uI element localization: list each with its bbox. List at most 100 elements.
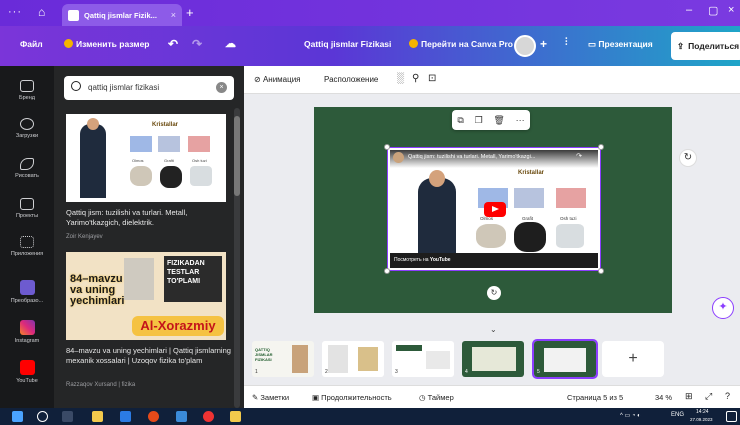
page-thumbnail-3[interactable]: 3 bbox=[392, 341, 454, 377]
add-collaborator-button[interactable]: + bbox=[540, 37, 547, 51]
add-page-button[interactable]: + bbox=[602, 341, 664, 377]
crystal-lattice-3 bbox=[188, 136, 210, 152]
play-icon[interactable] bbox=[484, 202, 506, 217]
youtube-watch-bar[interactable]: Посмотреть на YouTube bbox=[390, 253, 598, 268]
page-4-content bbox=[472, 347, 516, 371]
tab-close-icon[interactable]: × bbox=[171, 10, 176, 20]
app-icon[interactable] bbox=[230, 411, 241, 422]
grid-view-icon[interactable]: ⊞ bbox=[685, 391, 693, 402]
redo-icon[interactable]: ↷ bbox=[192, 37, 202, 51]
pages-strip: ⌄ QATTIQ JISMLAR FIZIKASI 1 2 3 4 5 + bbox=[244, 325, 740, 385]
sidebar-item-brand[interactable]: Бренд bbox=[0, 80, 54, 101]
help-icon[interactable]: ? bbox=[725, 391, 730, 401]
yandex-browser-icon[interactable] bbox=[203, 411, 214, 422]
search-input[interactable]: qattiq jismlar fizikasi × bbox=[64, 76, 234, 100]
browser-menu-button[interactable]: ··· bbox=[8, 6, 22, 18]
word-icon[interactable] bbox=[120, 411, 131, 422]
embedded-video[interactable]: Kristallar Olmos Grafit Osh tuzi Qattiq … bbox=[384, 144, 604, 274]
cloud-save-icon[interactable]: ☁ bbox=[225, 37, 236, 50]
duration-icon: ▣ bbox=[312, 393, 322, 402]
result-thumbnail-2[interactable]: FIZIKADAN TESTLAR TO'PLAMI 84–mavzu va u… bbox=[66, 252, 226, 340]
sidebar-item-youtube[interactable]: YouTube bbox=[0, 360, 54, 384]
avatar[interactable] bbox=[514, 35, 536, 57]
resize-button[interactable]: Изменить размер bbox=[64, 39, 150, 49]
tab-title: Qattiq jismlar Fizik... bbox=[84, 10, 157, 20]
resize-handle[interactable] bbox=[598, 144, 604, 150]
document-title[interactable]: Qattiq jismlar Fizikasi bbox=[304, 39, 391, 49]
result-title-1[interactable]: Qattiq jism: tuzilishi va turlari. Metal… bbox=[66, 208, 231, 228]
share-button[interactable]: ⇪ Поделиться bbox=[671, 32, 740, 60]
fullscreen-icon[interactable]: ⤢ bbox=[705, 391, 712, 402]
apps-grid-icon bbox=[20, 236, 34, 248]
trash-icon[interactable]: 🗑 bbox=[493, 115, 504, 126]
page-thumbnail-4[interactable]: 4 bbox=[462, 341, 524, 377]
style-paint-icon[interactable]: ⚲ bbox=[412, 73, 419, 84]
app-header: Файл Изменить размер ↶ ↷ ☁ Qattiq jismla… bbox=[0, 26, 740, 66]
notification-icon[interactable] bbox=[726, 411, 737, 422]
system-tray-icons[interactable]: ^ ▭ ◔ ◐ bbox=[620, 412, 641, 419]
magic-assistant-icon[interactable]: ✦ bbox=[712, 297, 734, 319]
page-thumbnail-5[interactable]: 5 bbox=[532, 339, 598, 379]
panel-scroll-thumb[interactable] bbox=[234, 116, 240, 196]
file-menu[interactable]: Файл bbox=[20, 39, 43, 49]
upload-icon bbox=[20, 118, 34, 130]
video-presenter-head bbox=[429, 170, 445, 187]
sidebar-item-projects[interactable]: Проекты bbox=[0, 198, 54, 219]
windows-start-icon[interactable] bbox=[12, 411, 23, 422]
sidebar-item-transform[interactable]: Преобразо... bbox=[0, 280, 54, 304]
resize-handle[interactable] bbox=[384, 144, 390, 150]
clock-time[interactable]: 14:24 bbox=[696, 409, 709, 415]
duplicate-icon[interactable]: ❐ bbox=[475, 115, 483, 126]
duration-button[interactable]: ▣ Продолжительность bbox=[312, 393, 392, 402]
sidebar-item-draw[interactable]: Рисовать bbox=[0, 158, 54, 179]
upgrade-button[interactable]: Перейти на Canva Pro bbox=[409, 39, 513, 49]
more-options-icon[interactable]: ··· bbox=[516, 115, 525, 125]
new-tab-button[interactable]: + bbox=[186, 5, 194, 20]
search-taskbar-icon[interactable] bbox=[37, 411, 48, 422]
undo-icon[interactable]: ↶ bbox=[168, 37, 178, 51]
editor-toolbar: ⊘ Анимация Расположение ░ ⚲ ⊡ bbox=[244, 66, 740, 94]
home-icon[interactable]: ⌂ bbox=[38, 5, 52, 19]
page-thumbnail-2[interactable]: 2 bbox=[322, 341, 384, 377]
minimize-button[interactable]: – bbox=[686, 4, 692, 16]
video-lattice-3 bbox=[556, 188, 586, 208]
page-indicator[interactable]: Страница 5 из 5 bbox=[567, 393, 623, 402]
video-title: Qattiq jism: tuzilishi va turlari. Metal… bbox=[408, 154, 536, 160]
sidebar-item-instagram[interactable]: Instagram bbox=[0, 320, 54, 344]
os-taskbar: ^ ▭ ◔ ◐ ENG 14:24 27.09.2023 bbox=[0, 408, 740, 425]
language-indicator[interactable]: ENG bbox=[671, 412, 684, 418]
video-lattice-2 bbox=[514, 188, 544, 208]
app-icon[interactable] bbox=[148, 411, 159, 422]
collapse-pages-icon[interactable]: ⌄ bbox=[490, 325, 497, 334]
resize-handle[interactable] bbox=[598, 268, 604, 274]
file-explorer-icon[interactable] bbox=[92, 411, 103, 422]
present-button[interactable]: ▭ Презентация bbox=[588, 39, 653, 50]
timer-button[interactable]: ◷ Таймер bbox=[419, 393, 454, 402]
edge-browser-icon[interactable] bbox=[176, 411, 187, 422]
sidebar-item-uploads[interactable]: Загрузки bbox=[0, 118, 54, 139]
crown-icon bbox=[64, 39, 73, 48]
sidebar-item-apps[interactable]: Приложения bbox=[0, 236, 54, 257]
window-close-button[interactable]: × bbox=[728, 4, 734, 16]
lock-icon[interactable]: ⊡ bbox=[428, 73, 436, 84]
refresh-icon[interactable]: ↻ bbox=[679, 149, 697, 167]
insights-icon[interactable]: ⫶ bbox=[565, 37, 568, 48]
clear-search-icon[interactable]: × bbox=[216, 82, 227, 93]
position-button[interactable]: Расположение bbox=[324, 75, 378, 84]
result-title-2[interactable]: 84–mavzu va uning yechimlari | Qattiq ji… bbox=[66, 346, 231, 366]
rotate-icon[interactable]: ↻ bbox=[487, 286, 501, 300]
resize-handle[interactable] bbox=[384, 268, 390, 274]
animation-button[interactable]: ⊘ Анимация bbox=[254, 75, 301, 84]
notes-button[interactable]: ✎ Заметки bbox=[252, 393, 289, 402]
comment-icon[interactable]: ⧉ bbox=[457, 115, 463, 126]
result-thumbnail-1[interactable]: Kristallar Olmos Grafit Osh tuzi bbox=[66, 114, 226, 202]
restore-button[interactable]: ▢ bbox=[708, 4, 718, 17]
transparency-icon[interactable]: ░ bbox=[397, 73, 404, 84]
page-thumbnail-1[interactable]: QATTIQ JISMLAR FIZIKASI 1 bbox=[252, 341, 314, 377]
share-video-icon[interactable]: ↷ bbox=[576, 152, 582, 160]
zoom-level[interactable]: 34 % bbox=[655, 393, 672, 402]
transform-app-icon bbox=[19, 280, 35, 295]
task-view-icon[interactable] bbox=[62, 411, 73, 422]
clock-date[interactable]: 27.09.2023 bbox=[690, 417, 713, 422]
browser-tab[interactable]: Qattiq jismlar Fizik... × bbox=[62, 4, 182, 26]
